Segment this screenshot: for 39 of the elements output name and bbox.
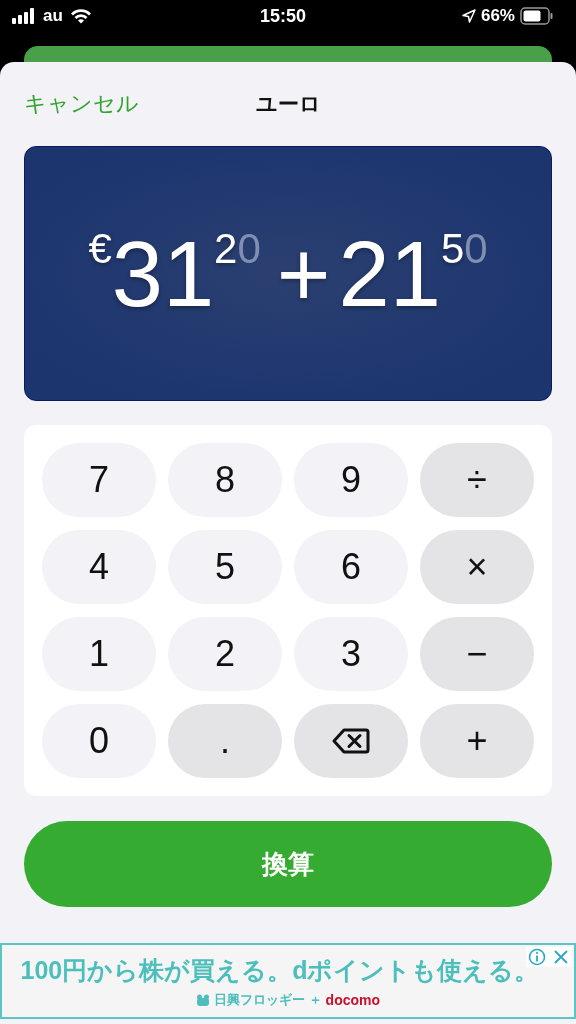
ad-partner: docomo bbox=[325, 991, 381, 1008]
battery-percent: 66% bbox=[480, 6, 515, 26]
info-icon[interactable] bbox=[528, 948, 546, 966]
operator-key[interactable]: + bbox=[420, 704, 534, 778]
ad-brand: 日興フロッギー ＋ bbox=[213, 990, 322, 1009]
close-icon[interactable] bbox=[552, 948, 570, 966]
amount-integer: 21 bbox=[338, 227, 441, 320]
wifi-icon bbox=[69, 8, 92, 24]
sheet-title: ユーロ bbox=[255, 91, 321, 117]
operator-key[interactable]: ÷ bbox=[420, 443, 534, 517]
amount-decimal: 5 bbox=[440, 227, 465, 270]
signal-icon bbox=[12, 8, 36, 24]
digit-key[interactable]: 8 bbox=[168, 443, 282, 517]
amount-decimal: 2 bbox=[214, 227, 238, 270]
digit-key[interactable]: 7 bbox=[42, 443, 156, 517]
digit-key[interactable]: 5 bbox=[168, 530, 282, 604]
location-arrow-icon bbox=[461, 9, 476, 23]
dim-decimal-digit: 0 bbox=[237, 227, 261, 270]
currency-symbol: € bbox=[88, 227, 112, 270]
digit-key[interactable]: 2 bbox=[168, 617, 282, 691]
digit-key[interactable]: 9 bbox=[294, 443, 408, 517]
operator-key[interactable]: . bbox=[168, 704, 282, 778]
digit-key[interactable]: 3 bbox=[294, 617, 408, 691]
dim-decimal-digit: 0 bbox=[464, 227, 488, 270]
digit-key[interactable]: 0 bbox=[42, 704, 156, 778]
ad-headline: 100円から株が買える。dポイントも使える。 bbox=[20, 954, 540, 986]
digit-key[interactable]: 6 bbox=[294, 530, 408, 604]
ad-banner[interactable]: 100円から株が買える。dポイントも使える。 日興フロッギー ＋ docomo bbox=[0, 943, 576, 1019]
carrier-name: au bbox=[43, 6, 63, 26]
operator-sign: + bbox=[276, 227, 331, 320]
battery-icon bbox=[520, 7, 554, 25]
frog-logo-icon bbox=[195, 993, 210, 1006]
digit-key[interactable]: 4 bbox=[42, 530, 156, 604]
operator-key[interactable]: − bbox=[420, 617, 534, 691]
amount-integer: 31 bbox=[111, 227, 215, 320]
backspace-icon bbox=[332, 727, 370, 755]
operator-key[interactable]: × bbox=[420, 530, 534, 604]
clock-time: 15:50 bbox=[259, 5, 306, 27]
digit-key[interactable]: 1 bbox=[42, 617, 156, 691]
